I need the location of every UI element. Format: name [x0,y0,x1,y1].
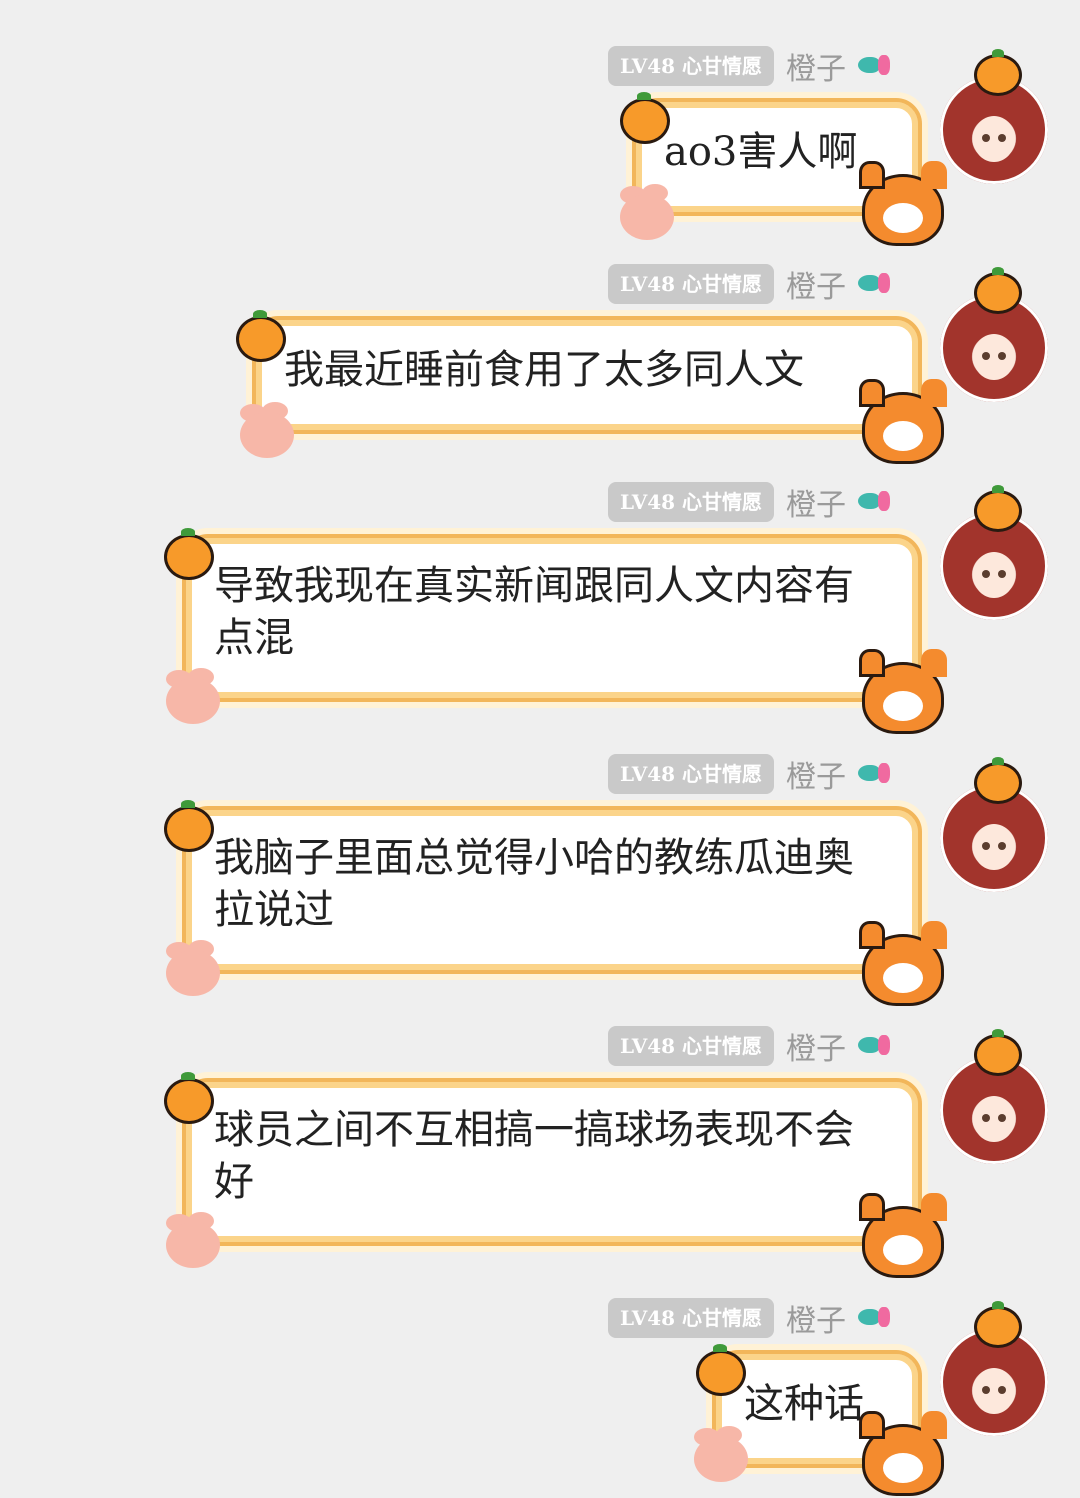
paw-icon [620,194,674,240]
sender-name[interactable]: 橙子 [786,480,846,524]
chat-message: LV48 心甘情愿 橙子 我最近睡前食用了太多同人文 [0,264,1080,464]
orange-icon [974,49,1022,96]
message-text: 导致我现在真实新闻跟同人文内容有点混 [214,563,854,661]
fish-icon [856,487,892,517]
message-text: 我最近睡前食用了太多同人文 [284,347,804,393]
fish-icon [856,1303,892,1333]
avatar[interactable] [940,1029,1048,1164]
sender-name[interactable]: 橙子 [786,1296,846,1340]
sender-name[interactable]: 橙子 [786,262,846,306]
paw-icon [166,950,220,996]
paw-icon [240,412,294,458]
chat-message: LV48 心甘情愿 橙子 我脑子里面总觉得小哈的教练瓜迪奥拉说过 [0,752,1080,1006]
message-text: 球员之间不互相搞一搞球场表现不会好 [214,1107,854,1205]
fox-icon [859,649,944,734]
level-badge: LV48 心甘情愿 [608,482,775,522]
paw-icon [694,1436,748,1482]
message-bubble[interactable]: 我脑子里面总觉得小哈的教练瓜迪奥拉说过 [182,806,922,974]
level-badge: LV48 心甘情愿 [608,264,775,304]
level-badge: LV48 心甘情愿 [608,1298,775,1338]
fox-icon [859,1193,944,1278]
fish-icon [856,1031,892,1061]
fish-icon [856,269,892,299]
level-badge: LV48 心甘情愿 [608,46,775,86]
orange-icon [974,267,1022,314]
chat-message: LV48 心甘情愿 橙子 球员之间不互相搞一搞球场表现不会好 [0,1024,1080,1278]
orange-icon [164,528,214,580]
avatar[interactable] [940,1301,1048,1436]
level-badge: LV48 心甘情愿 [608,754,775,794]
fox-icon [859,379,944,464]
chat-message: LV48 心甘情愿 橙子 ao3害人啊 [0,46,1080,246]
orange-icon [696,1344,746,1396]
avatar[interactable] [940,267,1048,402]
fox-icon [859,161,944,246]
sender-name[interactable]: 橙子 [786,44,846,88]
avatar[interactable] [940,485,1048,620]
orange-icon [974,1301,1022,1348]
fox-icon [859,921,944,1006]
orange-icon [164,1072,214,1124]
orange-icon [974,757,1022,804]
level-badge: LV48 心甘情愿 [608,1026,775,1066]
paw-icon [166,1222,220,1268]
avatar[interactable] [940,49,1048,184]
fox-icon [859,1411,944,1496]
orange-icon [620,92,670,144]
orange-icon [236,310,286,362]
fish-icon [856,51,892,81]
sender-name[interactable]: 橙子 [786,752,846,796]
orange-icon [164,800,214,852]
fish-icon [856,759,892,789]
avatar[interactable] [940,757,1048,892]
orange-icon [974,485,1022,532]
message-bubble[interactable]: 导致我现在真实新闻跟同人文内容有点混 [182,534,922,702]
message-bubble[interactable]: 我最近睡前食用了太多同人文 [252,316,922,434]
message-bubble[interactable]: 球员之间不互相搞一搞球场表现不会好 [182,1078,922,1246]
message-text: 我脑子里面总觉得小哈的教练瓜迪奥拉说过 [214,835,854,933]
paw-icon [166,678,220,724]
chat-message: LV48 心甘情愿 橙子 导致我现在真实新闻跟同人文内容有点混 [0,480,1080,734]
chat-message: LV48 心甘情愿 橙子 这种话 [0,1298,1080,1498]
message-text: ao3害人啊 [664,129,858,175]
sender-name[interactable]: 橙子 [786,1024,846,1068]
orange-icon [974,1029,1022,1076]
